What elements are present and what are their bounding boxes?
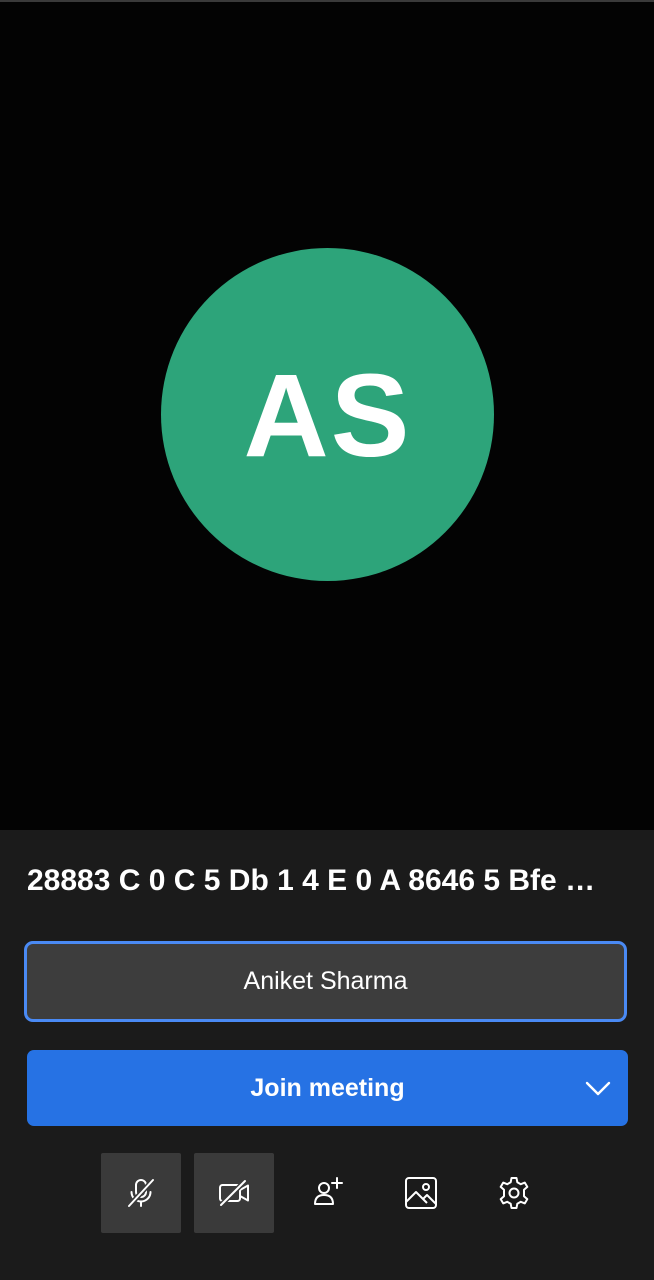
settings-button[interactable] (474, 1153, 554, 1233)
chevron-down-icon[interactable] (584, 1074, 612, 1102)
add-person-icon (314, 1177, 343, 1205)
avatar-initials: AS (243, 349, 412, 482)
display-name-input[interactable] (24, 941, 627, 1022)
join-meeting-button[interactable]: Join meeting (27, 1050, 628, 1126)
add-participant-button[interactable] (288, 1153, 368, 1233)
image-icon (405, 1177, 437, 1209)
meeting-title: 28883 C 0 C 5 Db 1 4 E 0 A 8646 5 Bfe … (27, 864, 596, 897)
microphone-off-icon (127, 1178, 155, 1208)
join-meeting-label: Join meeting (250, 1073, 405, 1102)
gear-icon (499, 1177, 529, 1209)
video-off-icon (219, 1179, 249, 1207)
microphone-toggle-button[interactable] (101, 1153, 181, 1233)
camera-toggle-button[interactable] (194, 1153, 274, 1233)
background-effects-button[interactable] (381, 1153, 461, 1233)
avatar: AS (161, 248, 494, 581)
